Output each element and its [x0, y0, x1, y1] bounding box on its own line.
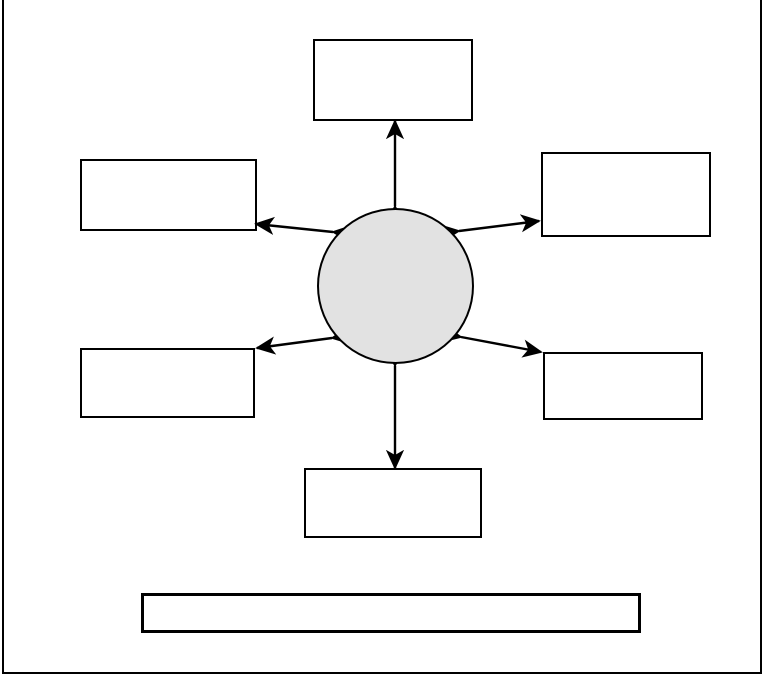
entity-projects-management[interactable]	[304, 468, 482, 538]
entity-investigations-management[interactable]	[80, 348, 255, 418]
entity-research-management[interactable]	[543, 352, 703, 420]
flow-process-investigations-management	[255, 326, 352, 355]
entity-information-management[interactable]	[541, 152, 711, 237]
diagram-title-box	[141, 593, 641, 633]
dfd-diagram-canvas	[0, 0, 764, 677]
entity-researcher-management[interactable]	[80, 159, 257, 231]
flow-process-research-management	[441, 324, 543, 358]
entity-decision-management[interactable]	[313, 39, 473, 121]
flow-process-information-management	[439, 214, 541, 243]
flow-process-researcher-management	[254, 216, 353, 243]
process-dicision-support-system[interactable]	[317, 208, 474, 364]
